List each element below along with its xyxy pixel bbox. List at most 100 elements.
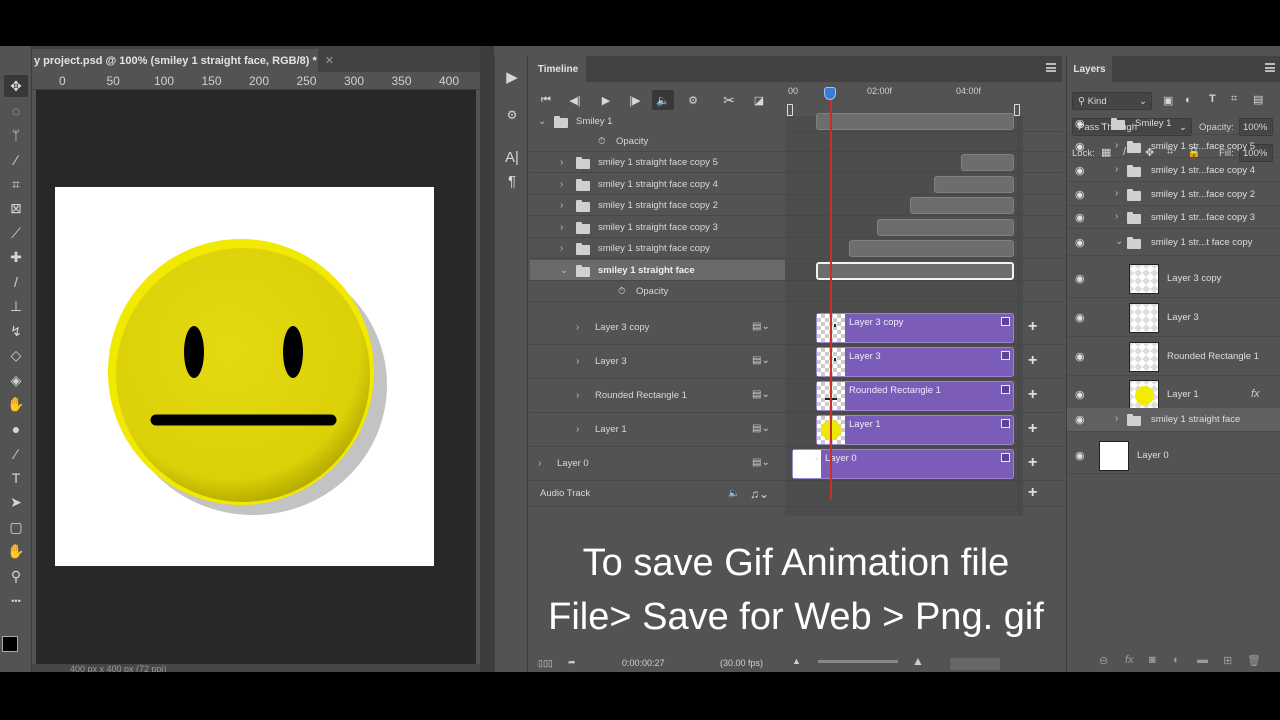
magic-wand-tool-icon[interactable]: ⁄ — [4, 149, 28, 171]
visibility-eye-icon[interactable]: ◉ — [1075, 388, 1085, 401]
audio-toggle-button[interactable]: 🔈 — [652, 90, 674, 110]
layer-row[interactable]: ◉ › smiley 1 str...face copy 4 — [1067, 159, 1280, 182]
healing-brush-tool-icon[interactable]: ✚ — [4, 247, 28, 269]
play-button[interactable]: ▶ — [595, 90, 617, 110]
group-clip[interactable] — [961, 154, 1014, 171]
group-clip[interactable] — [877, 219, 1014, 236]
film-icon[interactable]: ▤⌄ — [752, 321, 770, 332]
track-header[interactable] — [530, 345, 785, 378]
split-scissors-icon[interactable]: ✂ — [718, 90, 740, 110]
pen-tool-icon[interactable]: ∕ — [4, 443, 28, 465]
chevron-down-icon[interactable]: ⌄ — [538, 111, 546, 131]
settings-gear-icon[interactable]: ⚙ — [682, 90, 704, 110]
blur-tool-icon[interactable]: ✋ — [4, 394, 28, 416]
chevron-right-icon[interactable]: › — [576, 413, 579, 446]
filter-adjustment-icon[interactable]: ◐ — [1185, 94, 1192, 106]
layer-row[interactable]: ◉ Rounded Rectangle 1 — [1067, 338, 1280, 376]
visibility-eye-icon[interactable]: ◉ — [1075, 117, 1085, 130]
visibility-eye-icon[interactable]: ◉ — [1075, 188, 1085, 201]
chevron-right-icon[interactable]: › — [1115, 413, 1118, 424]
chevron-down-icon[interactable]: ⌄ — [560, 260, 568, 280]
chevron-right-icon[interactable]: › — [576, 379, 579, 412]
adjustment-layer-icon[interactable]: ◐ — [1173, 654, 1180, 666]
filter-shape-icon[interactable]: ⌗ — [1231, 93, 1237, 106]
clip-end-icon[interactable] — [1001, 351, 1010, 360]
clip-end-icon[interactable] — [1001, 385, 1010, 394]
film-icon[interactable]: ▤⌄ — [752, 457, 770, 468]
type-tool-icon[interactable]: T — [4, 467, 28, 489]
first-frame-button[interactable]: ⏮ — [535, 90, 557, 110]
more-tools-icon[interactable]: ••• — [4, 590, 28, 612]
chevron-right-icon[interactable]: › — [576, 311, 579, 344]
add-media-plus-icon[interactable]: + — [1028, 386, 1037, 404]
marquee-tool-icon[interactable]: ◌ — [4, 100, 28, 122]
add-media-plus-icon[interactable]: + — [1028, 420, 1037, 438]
add-media-plus-icon[interactable]: + — [1028, 318, 1037, 336]
layer-clip[interactable]: › Layer 3 — [816, 347, 1014, 377]
timeline-scrollbar[interactable] — [950, 658, 1000, 670]
layer-clip[interactable]: › Layer 1 — [816, 415, 1014, 445]
add-media-plus-icon[interactable]: + — [1028, 352, 1037, 370]
document-tab[interactable]: y project.psd @ 100% (smiley 1 straight … — [32, 49, 334, 72]
shape-tool-icon[interactable]: ▢ — [4, 516, 28, 538]
chevron-right-icon[interactable]: › — [839, 317, 842, 327]
visibility-eye-icon[interactable]: ◉ — [1075, 449, 1085, 462]
layer-row[interactable]: ◉ Layer 0 — [1067, 438, 1280, 474]
track-header[interactable] — [530, 111, 785, 131]
visibility-eye-icon[interactable]: ◉ — [1075, 311, 1085, 324]
selected-group-clip[interactable] — [816, 262, 1014, 280]
foreground-color[interactable] — [2, 636, 18, 652]
add-mask-icon[interactable]: ◙ — [1149, 654, 1156, 666]
group-clip[interactable] — [934, 176, 1014, 193]
artboard[interactable] — [55, 187, 434, 566]
trash-icon[interactable]: 🗑 — [1247, 654, 1261, 667]
chevron-right-icon[interactable]: › — [560, 174, 563, 194]
hand-tool-icon[interactable]: ✋ — [4, 541, 28, 563]
layer-row[interactable]: ◉ › smiley 1 str...face copy 3 — [1067, 206, 1280, 229]
chevron-down-icon[interactable]: ⌄ — [1115, 236, 1123, 247]
panel-collapse-strip[interactable] — [480, 46, 494, 672]
play-icon[interactable]: ▶ — [501, 66, 523, 88]
film-icon[interactable]: ▤⌄ — [752, 423, 770, 434]
layers-menu-icon[interactable] — [1265, 63, 1275, 72]
visibility-eye-icon[interactable]: ◉ — [1075, 140, 1085, 153]
frame-tool-icon[interactable]: ⊠ — [4, 198, 28, 220]
clone-stamp-tool-icon[interactable]: ⊥ — [4, 296, 28, 318]
dodge-tool-icon[interactable]: ● — [4, 418, 28, 440]
film-icon[interactable]: ▤⌄ — [752, 389, 770, 400]
layer-row[interactable]: ◉ › smiley 1 str...face copy 5 — [1067, 135, 1280, 158]
next-frame-button[interactable]: |▶ — [624, 90, 646, 110]
visibility-eye-icon[interactable]: ◉ — [1075, 413, 1085, 426]
chevron-right-icon[interactable]: › — [1115, 211, 1118, 222]
layer-row[interactable]: ◉ › smiley 1 straight face — [1067, 408, 1280, 432]
new-layer-icon[interactable]: ⊞ — [1223, 654, 1232, 667]
property-track[interactable]: ⏱ Opacity — [530, 281, 1062, 302]
layer-clip[interactable]: › Rounded Rectangle 1 — [816, 381, 1014, 411]
eraser-tool-icon[interactable]: ◇ — [4, 345, 28, 367]
layer-row[interactable]: ◉ ⌄ smiley 1 str...t face copy — [1067, 230, 1280, 256]
filter-type-icon[interactable]: T — [1209, 93, 1216, 105]
character-icon[interactable]: A| — [501, 146, 523, 168]
track-header[interactable] — [530, 131, 785, 151]
visibility-eye-icon[interactable]: ◉ — [1075, 350, 1085, 363]
group-clip[interactable] — [849, 240, 1014, 257]
chevron-right-icon[interactable]: › — [839, 385, 842, 395]
layer-row[interactable]: ◉ ⌄ Smiley 1 — [1067, 112, 1280, 135]
filter-pixel-icon[interactable]: ▣ — [1163, 94, 1173, 107]
crop-tool-icon[interactable]: ⌗ — [4, 173, 28, 195]
chevron-right-icon[interactable]: › — [560, 195, 563, 215]
clip-end-icon[interactable] — [1001, 453, 1010, 462]
convert-frames-icon[interactable]: ▯▯▯ — [538, 658, 553, 669]
tab-timeline[interactable]: Timeline — [530, 56, 586, 82]
fx-badge[interactable]: fx — [1251, 388, 1260, 400]
zoom-out-icon[interactable]: ▲ — [792, 656, 801, 666]
stopwatch-icon[interactable]: ⏱ — [598, 131, 605, 151]
chevron-right-icon[interactable]: › — [560, 152, 563, 172]
audio-track[interactable]: Audio Track 🔈 ♫⌄ + — [530, 481, 1062, 507]
chevron-right-icon[interactable]: › — [560, 238, 563, 258]
chevron-right-icon[interactable]: › — [815, 453, 818, 463]
visibility-eye-icon[interactable]: ◉ — [1075, 272, 1085, 285]
layer-clip[interactable]: › Layer 3 copy — [816, 313, 1014, 343]
chevron-right-icon[interactable]: › — [839, 351, 842, 361]
zoom-slider[interactable] — [818, 660, 898, 663]
